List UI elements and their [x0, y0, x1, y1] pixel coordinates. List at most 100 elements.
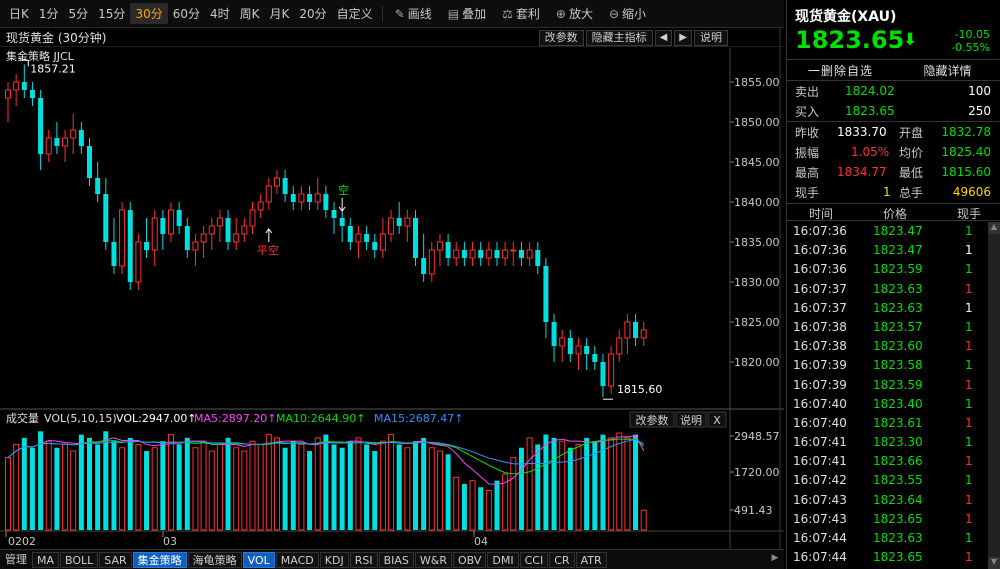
avg-value: 1825.40 — [941, 145, 991, 159]
tick-row: 16:07:42 1823.55 1 — [787, 471, 987, 490]
total-volume-label: 总手 — [899, 185, 924, 200]
ticks-scrollbar[interactable]: ▲ ▼ — [988, 222, 1000, 569]
volume-bar — [5, 457, 11, 531]
candle-body — [551, 322, 557, 346]
candle-body — [273, 177, 280, 187]
volume-bar — [45, 440, 52, 531]
amplitude-label: 振幅 — [795, 145, 820, 160]
volume-bar — [282, 447, 288, 530]
candle-body — [608, 353, 615, 387]
tick-time: 16:07:43 — [793, 492, 847, 507]
hide-details-button[interactable]: 隐藏详情 — [894, 62, 1000, 79]
price-tick-label: 1830.00 — [734, 276, 780, 289]
tick-volume: 1 — [965, 281, 973, 296]
ask-label: 卖出 — [795, 84, 820, 99]
tick-row: 16:07:36 1823.59 1 — [787, 260, 987, 279]
volume-bar — [151, 447, 158, 531]
volume-row: 现手 1 总手 49606 — [787, 182, 1000, 202]
scroll-up-icon[interactable]: ▲ — [988, 222, 1000, 234]
volume-bar — [543, 434, 549, 530]
tab-0[interactable]: 管理 — [1, 552, 31, 568]
high-low-row: 最高 1834.77 最低 1815.60 — [787, 162, 1000, 182]
volume-bar — [168, 434, 174, 531]
volume-bar — [551, 437, 557, 530]
scroll-down-icon[interactable]: ▼ — [988, 557, 1000, 569]
candle-body — [404, 217, 411, 227]
candle-body — [494, 250, 500, 258]
tick-row: 16:07:38 1823.57 1 — [787, 318, 987, 337]
volume-bar — [633, 434, 639, 530]
volume-bar — [575, 443, 582, 531]
volume-bar — [233, 447, 240, 531]
candlestick-chart[interactable]: 1855.00 1850.00 1845.00 1840.00 1835.00 1830.… — [0, 0, 784, 549]
tick-time: 16:07:36 — [793, 262, 847, 277]
volume-bar — [176, 444, 182, 530]
tick-row: 16:07:37 1823.63 1 — [787, 299, 987, 318]
tick-row: 16:07:40 1823.40 1 — [787, 395, 987, 414]
tab-12[interactable]: OBV — [453, 551, 487, 568]
tab-1[interactable]: MA — [32, 551, 60, 568]
volume-bar — [364, 444, 370, 530]
candle-body — [592, 354, 598, 362]
tick-volume: 1 — [965, 415, 973, 430]
candle-body — [323, 194, 329, 210]
tab-5[interactable]: 海龟策略 — [187, 551, 242, 568]
ticks-col-time: 时间 — [809, 207, 834, 221]
price-tick-label: 1840.00 — [734, 196, 780, 209]
tick-volume: 1 — [965, 224, 973, 238]
candle-body — [95, 178, 101, 194]
volume-bar — [184, 437, 190, 530]
tab-15[interactable]: CR — [549, 551, 575, 568]
volume-bar — [453, 476, 460, 531]
tick-price: 1823.30 — [873, 435, 923, 450]
amplitude-row: 振幅 1.05% 均价 1825.40 — [787, 142, 1000, 162]
volume-bar — [314, 437, 321, 531]
candle-body — [502, 249, 509, 259]
ma10-value: MA10:2644.90↑ — [276, 412, 365, 425]
tab-8[interactable]: KDJ — [319, 551, 349, 568]
tab-13[interactable]: DMI — [487, 551, 519, 568]
volume-bar — [307, 451, 313, 530]
candle-body — [151, 217, 158, 251]
tab-7[interactable]: MACD — [275, 551, 319, 568]
price-tick-label: 1850.00 — [734, 116, 780, 129]
low-annotation: 1815.60 — [617, 383, 663, 396]
volume-bar — [616, 432, 623, 531]
tab-3[interactable]: SAR — [99, 551, 132, 568]
candle-body — [38, 98, 44, 154]
tick-volume: 1 — [965, 473, 973, 488]
volume-bar — [413, 441, 418, 530]
tab-11[interactable]: W&R — [414, 551, 452, 568]
candle-body — [45, 137, 52, 155]
volume-bar — [249, 440, 256, 531]
candle-body — [445, 242, 451, 258]
candle-body — [5, 89, 11, 99]
tick-time: 16:07:44 — [793, 531, 847, 545]
tick-row: 16:07:41 1823.30 1 — [787, 433, 987, 452]
tick-time: 16:07:41 — [793, 435, 847, 450]
volume-bar — [518, 447, 524, 530]
volume-bar — [119, 447, 126, 531]
candle-body — [396, 218, 402, 226]
tab-10[interactable]: BIAS — [378, 551, 414, 568]
tab-2[interactable]: BOLL — [60, 551, 99, 568]
tick-volume: 1 — [965, 358, 973, 373]
tab-16[interactable]: ATR — [575, 551, 607, 568]
tabs-scroll-right-icon[interactable]: ▶ — [768, 553, 782, 567]
volume-bar — [208, 450, 215, 531]
remove-watchlist-button[interactable]: 一删除自选 — [787, 62, 894, 79]
tick-price: 1823.59 — [873, 377, 923, 392]
volume-bar — [461, 483, 467, 530]
tab-14[interactable]: CCI — [519, 551, 549, 568]
volume-bar — [78, 434, 84, 530]
tick-time: 16:07:40 — [793, 396, 847, 411]
tick-volume: 1 — [965, 531, 973, 545]
tab-9[interactable]: RSI — [349, 551, 378, 568]
candle-body — [127, 210, 133, 282]
candle-body — [200, 233, 207, 243]
tick-time: 16:07:37 — [793, 300, 847, 315]
volume-bar — [526, 437, 533, 531]
tab-6[interactable]: VOL — [242, 551, 275, 568]
open-label: 开盘 — [899, 125, 924, 140]
tab-4[interactable]: 集金策略 — [132, 551, 187, 568]
